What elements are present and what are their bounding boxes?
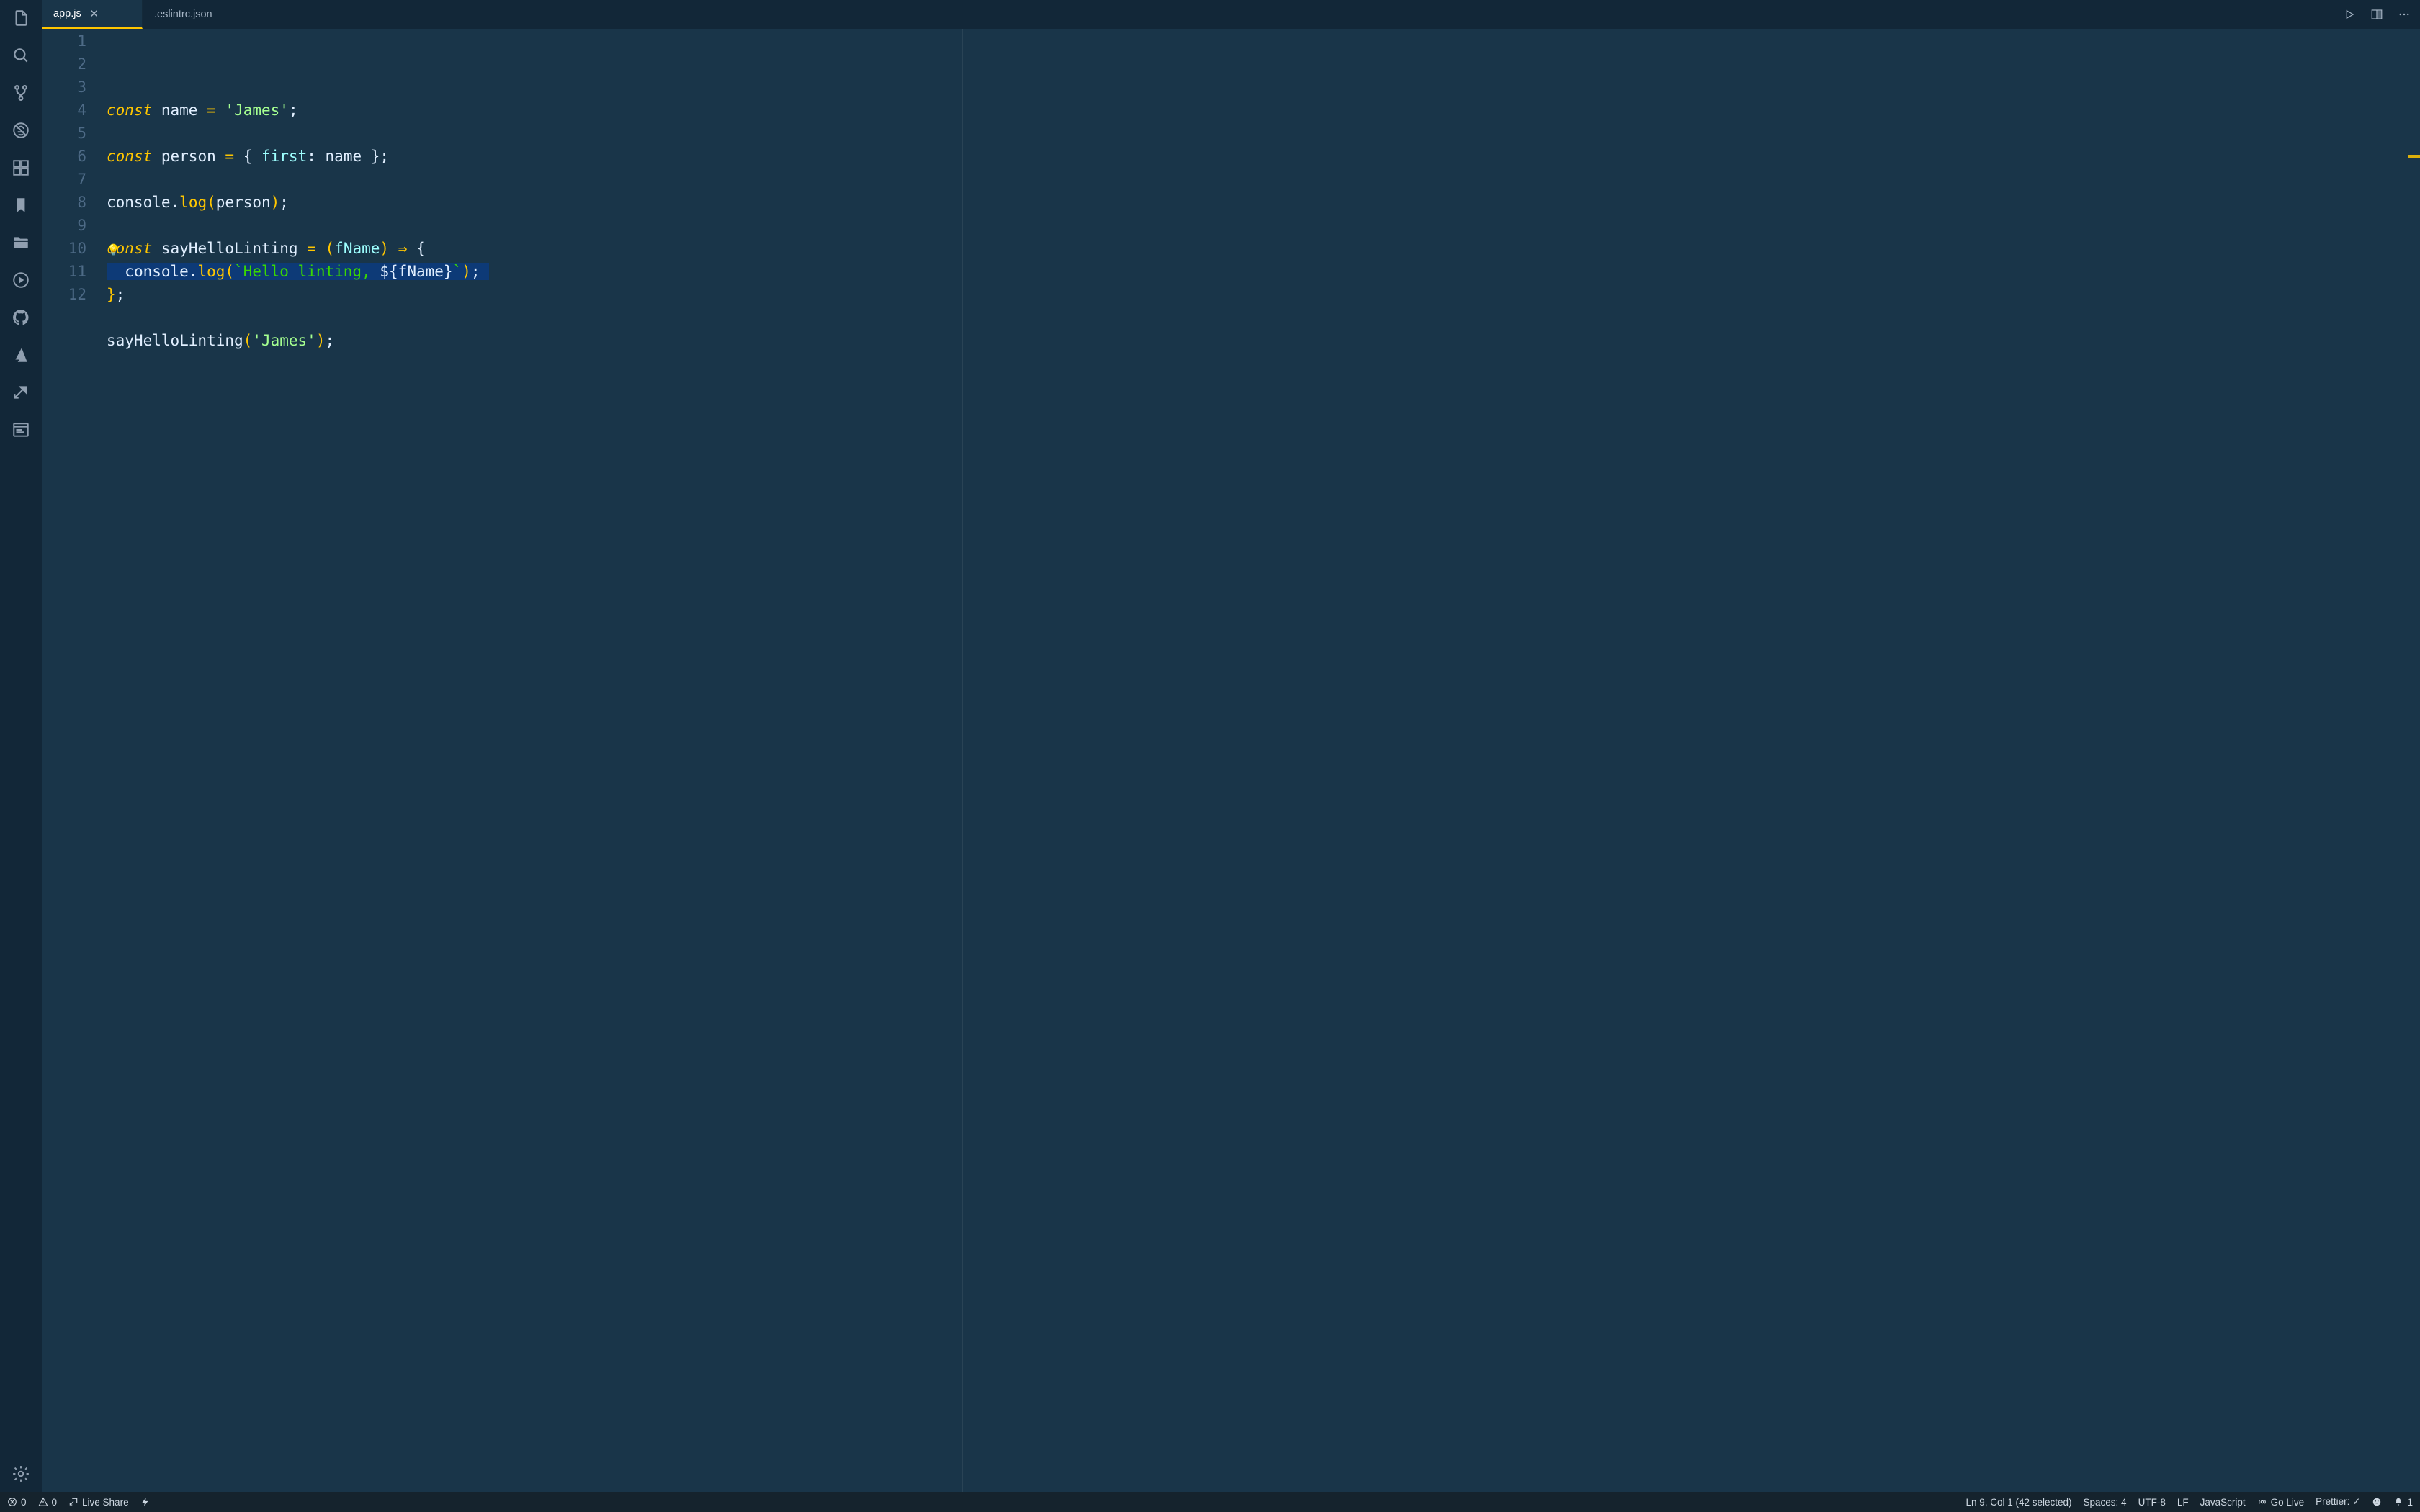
tab-eslintrc[interactable]: .eslintrc.json [143,0,243,29]
eol-status[interactable]: LF [2177,1497,2189,1508]
notifications-status[interactable]: 1 [2393,1497,2413,1508]
problems-errors[interactable]: 0 [7,1497,27,1508]
code-line[interactable]: console.log(person); [107,191,2420,214]
editor[interactable]: 123456789101112 const name = 'James';con… [42,29,2420,1492]
line-number: 6 [42,145,86,168]
code-line[interactable]: }; [107,283,2420,306]
prettier-status[interactable]: Prettier: ✓ [2316,1496,2360,1508]
close-icon[interactable]: ✕ [89,8,100,19]
source-control-icon[interactable] [10,82,32,104]
activity-bar [0,0,42,1492]
tab-app-js[interactable]: app.js ✕ [42,0,143,29]
circle-arrow-icon[interactable] [10,269,32,291]
line-number: 2 [42,53,86,76]
code-line[interactable] [107,306,2420,329]
debug-disabled-icon[interactable] [10,120,32,141]
code-line[interactable]: const person = { first: name }; [107,145,2420,168]
more-icon[interactable] [2397,7,2411,22]
browser-preview-icon[interactable] [10,419,32,441]
line-number: 7 [42,168,86,191]
tab-label: .eslintrc.json [154,9,212,20]
minimap-marker [2408,155,2420,158]
encoding-status[interactable]: UTF-8 [2138,1497,2166,1508]
line-number-gutter: 123456789101112 [42,29,107,1492]
indent-status[interactable]: Spaces: 4 [2084,1497,2127,1508]
feedback-icon[interactable] [2372,1497,2382,1507]
files-icon[interactable] [10,7,32,29]
line-number: 8 [42,191,86,214]
live-share-status[interactable]: Live Share [68,1497,129,1508]
cursor-position[interactable]: Ln 9, Col 1 (42 selected) [1966,1497,2071,1508]
line-number: 11 [42,260,86,283]
code-line[interactable]: console.log(`Hello linting, ${fName}`); [107,260,2420,283]
split-editor-icon[interactable] [2370,7,2384,22]
problems-warnings[interactable]: 0 [38,1497,58,1508]
language-status[interactable]: JavaScript [2200,1497,2246,1508]
code-line[interactable]: 💡const sayHelloLinting = (fName) ⇒ { [107,237,2420,260]
code-line[interactable]: sayHelloLinting('James'); [107,329,2420,352]
line-number: 10 [42,237,86,260]
go-live-status[interactable]: Go Live [2257,1497,2305,1508]
code-line[interactable] [107,168,2420,191]
quick-actions-status[interactable] [140,1497,151,1507]
live-share-icon[interactable] [10,382,32,403]
gear-icon[interactable] [10,1463,32,1485]
code-line[interactable] [107,122,2420,145]
code-area[interactable]: const name = 'James'; const person = { fi… [107,29,2420,1492]
code-line[interactable] [107,352,2420,375]
line-number: 12 [42,283,86,306]
github-icon[interactable] [10,307,32,328]
line-number: 3 [42,76,86,99]
bookmark-icon[interactable] [10,194,32,216]
run-icon[interactable] [2342,7,2357,22]
status-bar: 0 0 Live Share Ln 9, Col 1 (42 selected)… [0,1492,2420,1512]
line-number: 1 [42,30,86,53]
editor-actions [2334,0,2420,29]
line-number: 5 [42,122,86,145]
line-number: 9 [42,214,86,237]
code-line[interactable] [107,214,2420,237]
search-icon[interactable] [10,45,32,66]
lightbulb-icon[interactable]: 💡 [107,238,120,261]
code-line[interactable]: const name = 'James'; [107,99,2420,122]
tabs-bar: app.js ✕ .eslintrc.json [42,0,2420,29]
tab-label: app.js [53,8,81,19]
extensions-icon[interactable] [10,157,32,179]
azure-icon[interactable] [10,344,32,366]
folder-icon[interactable] [10,232,32,253]
line-number: 4 [42,99,86,122]
